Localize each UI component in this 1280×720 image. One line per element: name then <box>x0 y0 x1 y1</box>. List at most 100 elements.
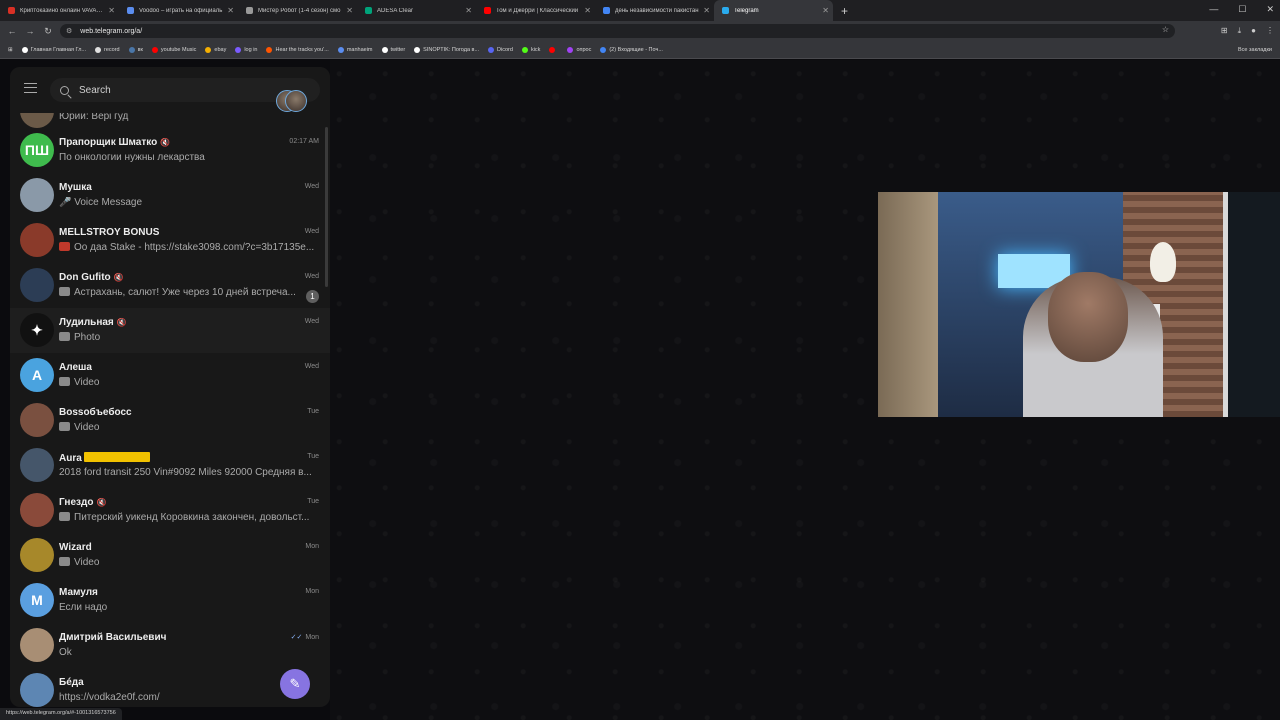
bookmark-item[interactable]: Hear the tracks you'... <box>266 46 329 53</box>
tab-close-icon[interactable]: ✕ <box>703 6 710 15</box>
hamburger-menu-icon[interactable] <box>24 83 37 93</box>
chat-name-text: Bossобъебосс <box>59 407 132 418</box>
bookmark-label: опрос <box>576 46 592 53</box>
chat-list-item[interactable]: Гнездо 🔇 Питерский уикенд Коровкина законч… <box>10 488 330 533</box>
chat-time: ✓✓ Mon <box>291 633 319 641</box>
browser-tab[interactable]: Telegram ✕ <box>714 0 833 21</box>
chat-list-item[interactable]: Bossобъебосс Video Tue <box>10 398 330 443</box>
chat-name: Aura <box>59 452 150 464</box>
forward-icon[interactable]: → <box>24 26 36 36</box>
stories-avatars[interactable] <box>276 90 307 112</box>
search-input[interactable]: Search <box>50 78 320 112</box>
avatar <box>20 268 54 302</box>
bookmark-item[interactable]: (2) Входящие - Поч... <box>600 46 663 53</box>
download-icon[interactable]: ⤓ <box>1238 26 1242 36</box>
avatar: А <box>20 358 54 392</box>
bookmark-item[interactable]: twitter <box>381 46 405 53</box>
close-window-icon[interactable]: ✕ <box>1266 4 1274 15</box>
tab-label: ADESA Clear <box>377 7 414 14</box>
avatar <box>20 628 54 662</box>
chat-preview-text: Video <box>74 422 100 433</box>
chat-time: Mon <box>305 588 319 595</box>
reload-icon[interactable]: ↻ <box>42 26 54 37</box>
chat-name-text: Бéда <box>59 677 84 688</box>
chat-list-item[interactable]: MELLSTROY BONUS Оо даа Stake - https://st… <box>10 218 330 263</box>
bookmark-item[interactable]: manhaeim <box>337 46 373 53</box>
browser-menu-icon[interactable]: ⋮ <box>1266 26 1274 36</box>
chat-list-item[interactable]: Дмитрий Васильевич Ok ✓✓ Mon <box>10 623 330 668</box>
tab-favicon-icon <box>8 7 15 14</box>
chat-preview: Photo <box>59 332 319 343</box>
chat-list-item[interactable]: М Мамуля Если надо Mon <box>10 578 330 623</box>
avatar <box>20 403 54 437</box>
bookmark-label: Dicord <box>497 46 513 53</box>
tab-close-icon[interactable]: ✕ <box>108 6 115 15</box>
browser-tab[interactable]: ADESA Clear ✕ <box>357 0 476 21</box>
bookmark-favicon-icon <box>95 46 101 53</box>
search-icon <box>60 85 69 95</box>
tab-close-icon[interactable]: ✕ <box>227 6 234 15</box>
maximize-icon[interactable]: ☐ <box>1238 4 1246 15</box>
bookmark-item[interactable]: Главная Главная Гл... <box>21 46 86 53</box>
chat-list-item[interactable]: А Алеша Video Wed <box>10 353 330 398</box>
chat-preview: Оо даа Stake - https://stake3098.com/?c=… <box>59 242 319 253</box>
bookmark-favicon-icon <box>151 46 158 53</box>
all-bookmarks-link[interactable]: Все закладки <box>1238 47 1272 53</box>
address-bar[interactable]: ⚙ web.telegram.org/a/ ☆ <box>60 24 1175 38</box>
profile-icon[interactable]: ● <box>1251 26 1256 36</box>
chat-preview-text: 2018 ford transit 250 Vin#9092 Miles 920… <box>59 467 312 478</box>
browser-tab[interactable]: день независимости пакистан ✕ <box>595 0 714 21</box>
browser-tab[interactable]: Voodoo – играть на официаль ✕ <box>119 0 238 21</box>
apps-icon[interactable]: ⊞ <box>8 47 13 53</box>
chat-preview-text: Voice Message <box>74 197 143 208</box>
chat-list-item[interactable]: Мушка 🎤 Voice Message Wed <box>10 173 330 218</box>
site-info-icon[interactable]: ⚙ <box>66 27 72 35</box>
tab-close-icon[interactable]: ✕ <box>346 6 353 15</box>
chat-time-text: 02:17 AM <box>289 138 319 145</box>
bookmark-label: ebay <box>214 46 227 53</box>
bookmark-star-icon[interactable]: ☆ <box>1162 25 1169 34</box>
tab-close-icon[interactable]: ✕ <box>584 6 591 15</box>
browser-tab[interactable]: Криптоказино онлайн VAVADA ✕ <box>0 0 119 21</box>
tab-close-icon[interactable]: ✕ <box>822 6 829 15</box>
minimize-icon[interactable]: — <box>1209 4 1218 15</box>
chat-time-text: Mon <box>305 543 319 550</box>
bookmark-item[interactable]: ebay <box>205 46 227 53</box>
chat-list-scrollbar[interactable] <box>325 127 328 287</box>
bookmark-item[interactable]: record <box>95 46 120 53</box>
bookmark-favicon-icon <box>205 46 212 53</box>
tab-close-icon[interactable]: ✕ <box>465 6 472 15</box>
webcam-overlay: 26186 <box>878 192 1280 417</box>
bookmark-item[interactable]: kick <box>521 46 540 53</box>
chat-list: Юрий: Вері гуд ПШ Прапорщик Шматко 🔇 По онко… <box>10 94 330 707</box>
chat-name: Wizard <box>59 542 92 553</box>
chat-list-item[interactable]: ПШ Прапорщик Шматко 🔇 По онкологии нужны ле… <box>10 128 330 173</box>
bookmark-item[interactable]: log in <box>235 46 257 53</box>
bookmark-item[interactable]: опрос <box>567 46 592 53</box>
chat-list-item[interactable]: Aura 2018 ford transit 250 Vin#9092 Miles… <box>10 443 330 488</box>
bookmark-item[interactable]: youtube Music <box>151 46 196 53</box>
bookmark-item[interactable] <box>549 46 558 53</box>
chat-time-text: Wed <box>304 273 319 280</box>
back-icon[interactable]: ← <box>6 26 18 36</box>
extensions-icon[interactable]: ⊞ <box>1221 26 1228 36</box>
chat-sidebar: Search Юрий: Вері гуд ПШ Прапорщик Шматко 🔇… <box>10 67 330 707</box>
bookmark-favicon-icon <box>381 46 388 53</box>
tab-favicon-icon <box>365 7 372 14</box>
chat-name-text: Мамуля <box>59 587 98 598</box>
chat-list-item[interactable]: Wizard Video Mon <box>10 533 330 578</box>
browser-tab[interactable]: Мистер Робот (1-4 сезон) смо ✕ <box>238 0 357 21</box>
chat-list-item[interactable]: Don Gufito 🔇 Астрахань, салют! Уже через 1… <box>10 263 330 308</box>
new-tab-button[interactable]: + <box>841 4 848 18</box>
chat-list-item[interactable]: ✦ Лудильная 🔇 Photo Wed <box>10 308 330 353</box>
bookmark-label: (2) Входящие - Поч... <box>609 46 663 53</box>
new-message-button[interactable]: ✎ <box>280 669 310 699</box>
pencil-icon: ✎ <box>289 676 301 691</box>
chat-preview-text: Астрахань, салют! Уже через 10 дней встр… <box>74 287 296 298</box>
bookmark-item[interactable]: SINOPTIK: Погода в... <box>414 46 479 53</box>
bookmark-item[interactable]: Dicord <box>488 46 513 53</box>
chat-time-text: Tue <box>307 498 319 505</box>
link-status-bar: https://web.telegram.org/a/#-10013165737… <box>0 708 122 720</box>
browser-tab[interactable]: Том и Джерри | Классический ✕ <box>476 0 595 21</box>
bookmark-item[interactable]: вк <box>128 46 143 53</box>
